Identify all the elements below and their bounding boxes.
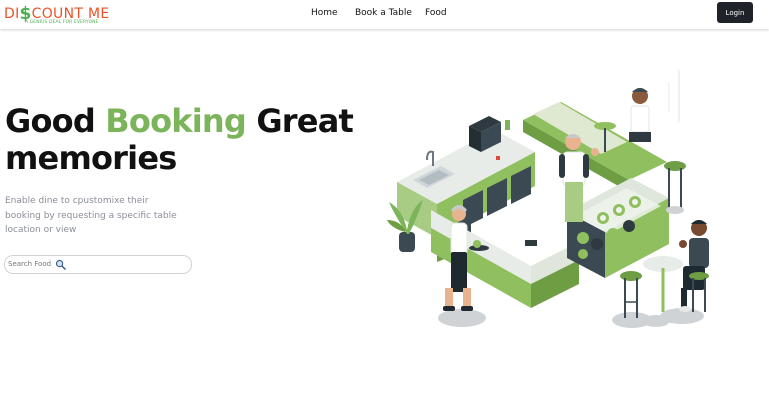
- hero-title-accent: Booking: [105, 102, 247, 140]
- floor-shadow: [438, 309, 486, 327]
- search-icon[interactable]: [55, 259, 66, 270]
- nav-home-link[interactable]: Home: [311, 8, 338, 18]
- floor-shadow: [642, 315, 670, 327]
- restaurant-illustration: [387, 70, 709, 328]
- nav-food-link[interactable]: Food: [425, 8, 447, 18]
- hero-title: Good Booking Great memories: [5, 102, 354, 177]
- brand-logo[interactable]: DI$COUNT ME A GENIUS DEAL FOR EVERYONE: [4, 3, 114, 27]
- logo-tagline: A GENIUS DEAL FOR EVERYONE: [25, 20, 99, 25]
- search-bar[interactable]: [4, 255, 192, 274]
- nav-book-table-link[interactable]: Book a Table: [355, 8, 412, 18]
- navbar: DI$COUNT ME A GENIUS DEAL FOR EVERYONE H…: [0, 0, 769, 29]
- hero-subtitle: Enable dine to cpustomixe their booking …: [5, 196, 177, 235]
- login-button[interactable]: Login: [717, 2, 753, 23]
